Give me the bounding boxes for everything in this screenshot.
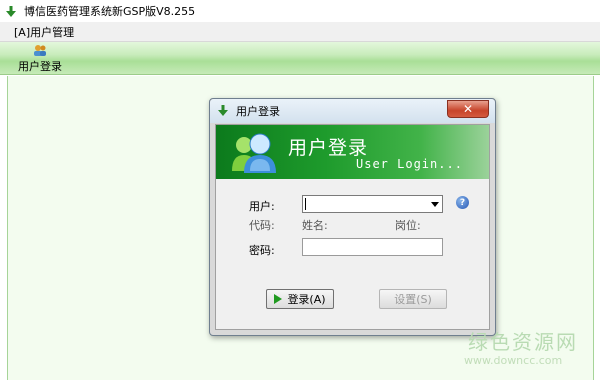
- users-icon: [33, 44, 47, 57]
- password-field[interactable]: [302, 238, 443, 256]
- toolbar-user-login-button[interactable]: 用户登录: [16, 44, 64, 74]
- login-dialog: 用户登录 ✕ 用户登录 User Login... 用户: ? 代码: 姓名: …: [209, 98, 496, 336]
- app-title: 博信医药管理系统新GSP版V8.255: [24, 5, 196, 18]
- login-button-label: 登录(A): [287, 293, 326, 306]
- login-button[interactable]: 登录(A): [266, 289, 334, 309]
- settings-button[interactable]: 设置(S): [379, 289, 447, 309]
- help-icon[interactable]: ?: [456, 196, 469, 209]
- watermark-url: www.downcc.com: [464, 354, 563, 367]
- dialog-title: 用户登录: [236, 105, 280, 118]
- user-combobox[interactable]: [302, 195, 443, 213]
- text-caret: [305, 198, 306, 210]
- post-label: 岗位:: [395, 219, 421, 232]
- login-banner: 用户登录 User Login...: [216, 125, 489, 179]
- toolbar-user-login-label: 用户登录: [18, 60, 62, 73]
- settings-button-label: 设置(S): [394, 293, 432, 306]
- dialog-titlebar[interactable]: 用户登录 ✕: [210, 99, 495, 123]
- watermark: 绿色资源网 www.downcc.com: [454, 322, 594, 372]
- dialog-app-icon: [217, 104, 231, 118]
- play-icon: [274, 294, 283, 304]
- user-label: 用户:: [249, 200, 275, 213]
- chevron-down-icon[interactable]: [428, 196, 442, 212]
- name-label: 姓名:: [302, 219, 328, 232]
- main-titlebar: 博信医药管理系统新GSP版V8.255: [0, 0, 600, 22]
- banner-title: 用户登录: [288, 137, 369, 159]
- toolbar: 用户登录: [0, 42, 600, 75]
- watermark-title: 绿色资源网: [468, 330, 578, 354]
- app-icon: [4, 4, 18, 18]
- banner-subtitle: User Login...: [356, 157, 463, 171]
- code-label: 代码:: [249, 219, 275, 232]
- password-label: 密码:: [249, 244, 275, 257]
- close-button[interactable]: ✕: [447, 100, 489, 118]
- dialog-body: 用户登录 User Login... 用户: ? 代码: 姓名: 岗位: 密码:…: [215, 124, 490, 330]
- users-avatar-icon: [228, 131, 280, 175]
- menu-user-management[interactable]: [A]用户管理: [0, 24, 82, 40]
- menubar: [A]用户管理: [0, 22, 600, 42]
- close-icon: ✕: [462, 102, 474, 116]
